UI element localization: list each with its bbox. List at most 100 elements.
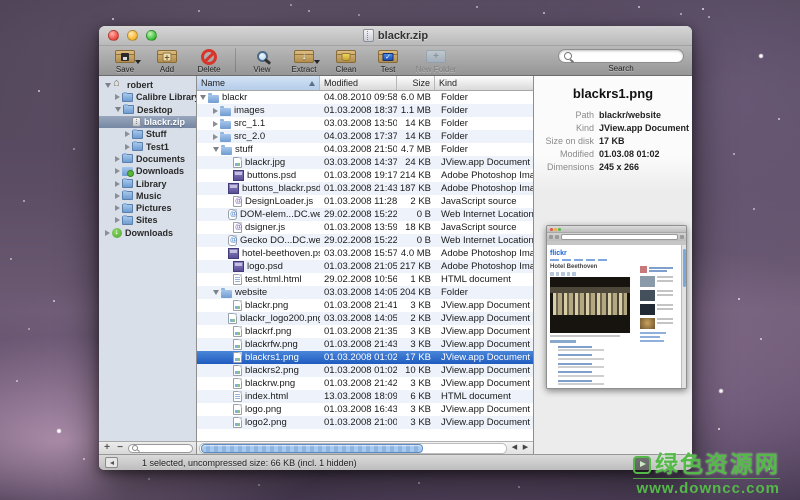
disclosure-triangle-icon[interactable]	[213, 134, 218, 140]
file-row-images[interactable]: images01.03.2008 18:371.1 MBFolder	[197, 104, 533, 117]
sidebar-item-documents[interactable]: Documents	[99, 153, 196, 165]
column-header-modified[interactable]: Modified	[320, 76, 397, 90]
disclosure-triangle-icon[interactable]	[115, 168, 120, 174]
file-row-blackr-logo200-png[interactable]: blackr_logo200.png03.03.2008 14:052 KBJV…	[197, 312, 533, 325]
file-row-website[interactable]: website03.03.2008 14:05204 KBFolder	[197, 286, 533, 299]
file-row-blackrs2-png[interactable]: blackrs2.png01.03.2008 01:0210 KBJView.a…	[197, 364, 533, 377]
disclosure-triangle-icon[interactable]	[115, 94, 120, 100]
disclosure-triangle-icon[interactable]	[213, 290, 219, 295]
disclosure-triangle-icon[interactable]	[115, 107, 121, 112]
file-row-blackrf-png[interactable]: blackrf.png01.03.2008 21:353 KBJView.app…	[197, 325, 533, 338]
file-row-blackr[interactable]: blackr04.08.2010 09:586.0 MBFolder	[197, 91, 533, 104]
save-menu-arrow-icon[interactable]	[135, 60, 141, 64]
file-name: logo.psd	[247, 261, 283, 272]
column-header-name[interactable]: Name	[197, 76, 320, 90]
file-row-logo-png[interactable]: logo.png01.03.2008 16:433 KBJView.app Do…	[197, 403, 533, 416]
scrollbar-thumb[interactable]	[201, 444, 423, 453]
scrollbar-track[interactable]	[199, 443, 507, 454]
file-row-dsigner-js[interactable]: dsigner.js01.03.2008 13:5918 KBJavaScrip…	[197, 221, 533, 234]
toolbar-search-field[interactable]	[558, 49, 684, 63]
test-button[interactable]: ✓ Test	[368, 48, 408, 74]
file-row-test-html-html[interactable]: test.html.html29.02.2008 10:561 KBHTML d…	[197, 273, 533, 286]
zoom-button[interactable]	[146, 30, 157, 41]
window-titlebar[interactable]: blackr.zip	[99, 26, 692, 46]
disclosure-triangle-icon[interactable]	[125, 144, 130, 150]
save-button[interactable]: Save	[105, 48, 145, 74]
file-row-stuff[interactable]: stuff04.03.2008 21:504.7 MBFolder	[197, 143, 533, 156]
file-row-buttons-blackr-psd[interactable]: buttons_blackr.psd01.03.2008 21:43187 KB…	[197, 182, 533, 195]
minimize-button[interactable]	[127, 30, 138, 41]
column-header-kind[interactable]: Kind	[435, 76, 533, 90]
file-kind: Adobe Photoshop Image	[435, 183, 533, 194]
disclosure-triangle-icon[interactable]	[115, 181, 120, 187]
sidebar-item-stuff[interactable]: Stuff	[99, 128, 196, 140]
file-row-gecko-do-dc-webloc[interactable]: Gecko DO...DC.webloc29.02.2008 15:220 BW…	[197, 234, 533, 247]
file-kind: JView.app Document	[435, 326, 533, 337]
close-button[interactable]	[108, 30, 119, 41]
sidebar-item-robert[interactable]: robert	[99, 79, 196, 91]
clean-button[interactable]: Clean	[326, 48, 366, 74]
view-button[interactable]: View	[242, 48, 282, 74]
search-input[interactable]	[576, 50, 678, 63]
file-size: 3 KB	[397, 417, 435, 428]
sidebar-item-downloads[interactable]: Downloads	[99, 165, 196, 177]
sidebar-item-blackr-zip[interactable]: blackr.zip	[99, 116, 196, 128]
file-row-index-html[interactable]: index.html13.03.2008 18:096 KBHTML docum…	[197, 390, 533, 403]
sidebar-toggle-button[interactable]	[105, 457, 118, 468]
file-row-blackrw-png[interactable]: blackrw.png01.03.2008 21:423 KBJView.app…	[197, 377, 533, 390]
disclosure-triangle-icon[interactable]	[200, 95, 206, 100]
file-name: blackr	[222, 92, 247, 103]
file-row-logo-psd[interactable]: logo.psd01.03.2008 21:05217 KBAdobe Phot…	[197, 260, 533, 273]
sidebar-item-pictures[interactable]: Pictures	[99, 202, 196, 214]
add-button[interactable]: + Add	[147, 48, 187, 74]
sidebar-item-calibre-library[interactable]: Calibre Library	[99, 91, 196, 103]
file-row-blackr-png[interactable]: blackr.png01.03.2008 21:413 KBJView.app …	[197, 299, 533, 312]
file-row-src-2-0[interactable]: src_2.004.03.2008 17:3714 KBFolder	[197, 130, 533, 143]
extract-button[interactable]: ↓ Extract	[284, 48, 324, 74]
file-size: 4.0 MB	[397, 248, 435, 259]
sidebar-item-library[interactable]: Library	[99, 177, 196, 189]
disclosure-triangle-icon[interactable]	[213, 147, 219, 152]
scroll-right-arrow-icon[interactable]: ▶	[520, 443, 531, 453]
column-header-size[interactable]: Size	[397, 76, 435, 90]
sidebar-item-music[interactable]: Music	[99, 190, 196, 202]
scroll-left-arrow-icon[interactable]: ◀	[509, 443, 520, 453]
sidebar-remove-button[interactable]: −	[115, 443, 125, 453]
status-bar: 1 selected, uncompressed size: 66 KB (in…	[99, 454, 692, 470]
sidebar-item-test1[interactable]: Test1	[99, 140, 196, 152]
sidebar-item-sites[interactable]: Sites	[99, 214, 196, 226]
file-size: 2 KB	[397, 196, 435, 207]
sidebar-search-field[interactable]	[128, 444, 193, 453]
file-row-src-1-1[interactable]: src_1.103.03.2008 13:5014 KBFolder	[197, 117, 533, 130]
disclosure-triangle-icon[interactable]	[115, 193, 120, 199]
file-row-buttons-psd[interactable]: buttons.psd01.03.2008 19:17214 KBAdobe P…	[197, 169, 533, 182]
disclosure-triangle-icon[interactable]	[105, 230, 110, 236]
folder-icon	[122, 204, 133, 213]
file-modified: 03.03.2008 14:37	[320, 157, 397, 168]
file-row-blackr-jpg[interactable]: blackr.jpg03.03.2008 14:3724 KBJView.app…	[197, 156, 533, 169]
file-row-designloader-js[interactable]: DesignLoader.js01.03.2008 11:282 KBJavaS…	[197, 195, 533, 208]
disclosure-triangle-icon[interactable]	[213, 121, 218, 127]
image-file-icon	[233, 404, 242, 415]
disclosure-triangle-icon[interactable]	[105, 83, 111, 88]
file-row-logo2-png[interactable]: logo2.png01.03.2008 21:003 KBJView.app D…	[197, 416, 533, 429]
file-name: logo2.png	[245, 417, 287, 428]
disclosure-triangle-icon[interactable]	[213, 108, 218, 114]
sidebar-add-button[interactable]: +	[102, 443, 112, 453]
delete-button[interactable]: Delete	[189, 48, 229, 74]
file-row-hotel-beethoven-psd[interactable]: hotel-beethoven.psd03.03.2008 15:574.0 M…	[197, 247, 533, 260]
extract-menu-arrow-icon[interactable]	[314, 60, 320, 64]
sidebar-item-label: Pictures	[136, 203, 172, 213]
sidebar-item-desktop[interactable]: Desktop	[99, 104, 196, 116]
file-row-blackrs1-png[interactable]: blackrs1.png01.03.2008 01:0217 KBJView.a…	[197, 351, 533, 364]
disclosure-triangle-icon[interactable]	[115, 156, 120, 162]
disclosure-triangle-icon[interactable]	[115, 217, 120, 223]
add-archive-icon: +	[157, 50, 177, 63]
disclosure-triangle-icon[interactable]	[115, 205, 120, 211]
disclosure-triangle-icon[interactable]	[125, 131, 130, 137]
preview-field-label: Size on disk	[534, 135, 594, 148]
sidebar-item-downloads[interactable]: Downloads	[99, 227, 196, 239]
horizontal-scrollbar[interactable]: ◀ ▶	[197, 441, 533, 454]
file-row-blackrfw-png[interactable]: blackrfw.png01.03.2008 21:433 KBJView.ap…	[197, 338, 533, 351]
file-row-dom-elem-dc-webloc[interactable]: DOM-elem...DC.webloc29.02.2008 15:220 BW…	[197, 208, 533, 221]
